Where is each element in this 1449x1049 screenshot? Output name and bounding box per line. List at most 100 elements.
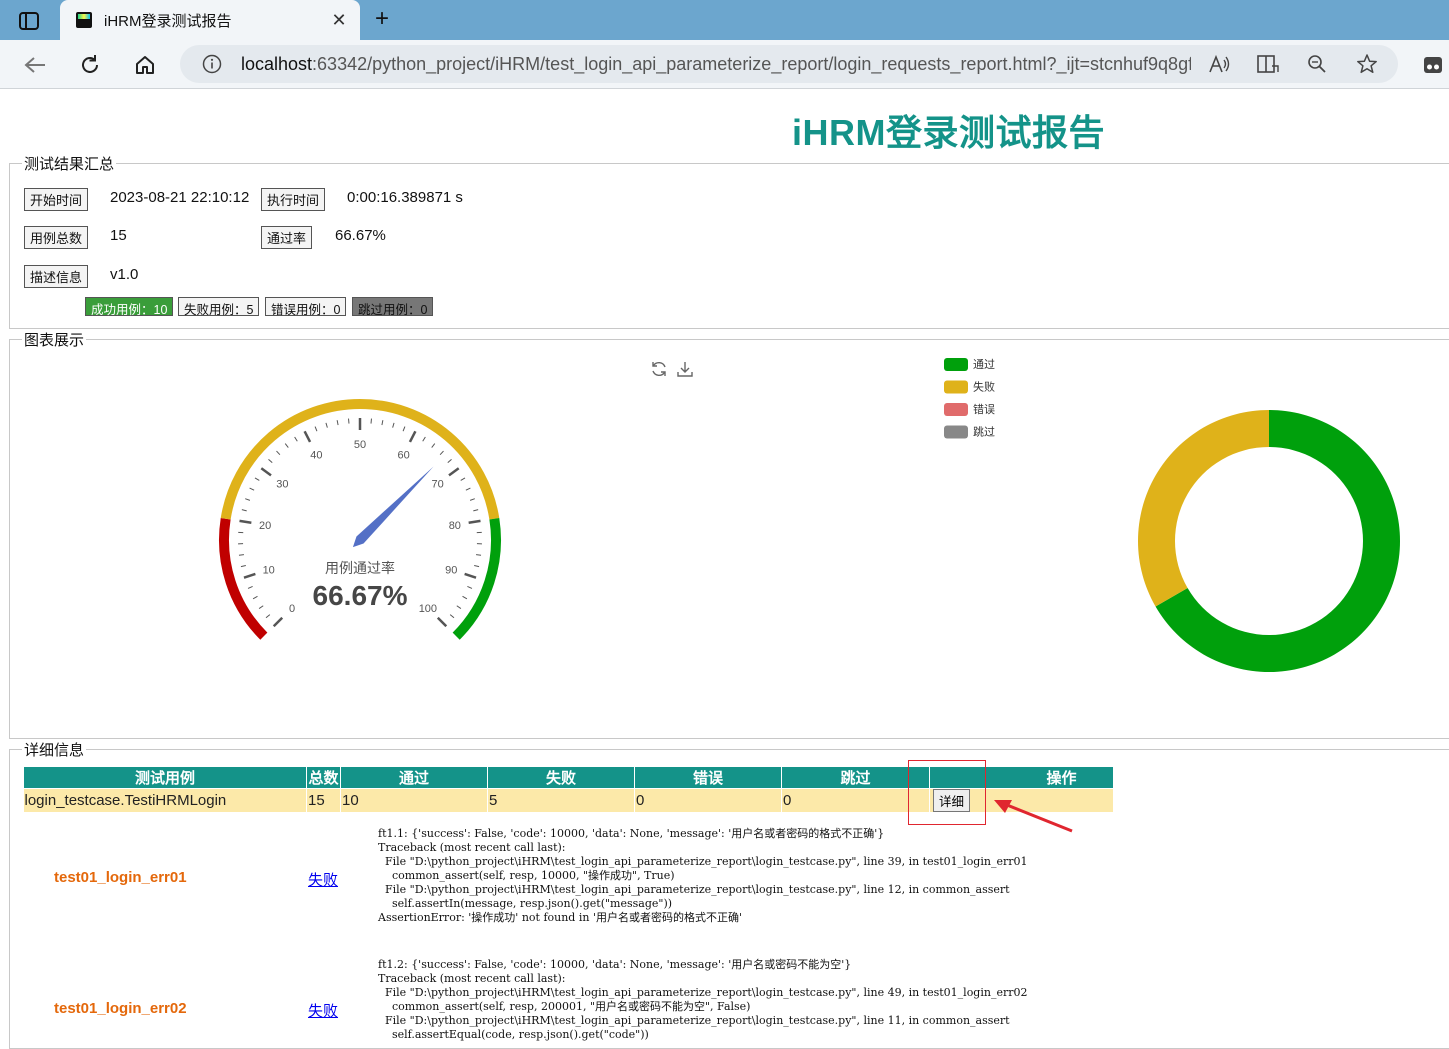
gauge-tick-64 <box>432 444 435 448</box>
read-aloud-icon[interactable] <box>1204 49 1234 79</box>
cell-testcase: login_testcase.TestiHRMLogin <box>24 789 307 813</box>
gauge-tick-60 <box>410 431 415 442</box>
legend-swatch-3 <box>944 426 968 439</box>
gauge-chart: 0102030405060708090100用例通过率66.67% <box>180 380 540 680</box>
gauge-tick-2 <box>266 615 270 618</box>
gauge-tick-70 <box>449 468 459 475</box>
case-name-err02: test01_login_err02 <box>54 1000 187 1017</box>
donut-chart: 通过失败错误跳过 <box>930 350 1449 690</box>
gauge-tick-label-80: 80 <box>449 520 461 532</box>
download-icon[interactable] <box>676 360 694 383</box>
gauge-tick-label-40: 40 <box>310 449 322 461</box>
total-value: 15 <box>110 227 127 244</box>
gauge-tick-label-70: 70 <box>432 479 444 491</box>
legend-swatch-0 <box>944 358 968 371</box>
gauge-tick-32 <box>268 459 272 462</box>
tab-title: iHRM登录测试报告 <box>104 10 324 31</box>
new-tab-icon[interactable]: + <box>368 4 396 34</box>
gauge-tick-76 <box>470 499 475 501</box>
gauge-tick-34 <box>276 451 279 455</box>
gauge-needle <box>353 466 434 547</box>
gauge-value: 66.67% <box>313 580 408 611</box>
close-tab-icon[interactable]: ✕ <box>324 10 354 31</box>
extension-icon[interactable] <box>1419 50 1447 80</box>
legend-label-3: 跳过 <box>973 425 995 439</box>
restore-icon[interactable] <box>650 360 668 383</box>
gauge-tick-30 <box>261 468 271 475</box>
header-fail: 失败 <box>488 767 635 789</box>
gauge-tick-62 <box>423 437 426 441</box>
gauge-tick-10 <box>244 574 255 578</box>
favorite-icon[interactable] <box>1352 49 1382 79</box>
gauge-tick-42 <box>315 427 317 432</box>
start-time-label: 开始时间 <box>24 188 88 211</box>
gauge-tick-78 <box>473 510 478 511</box>
gauge-tick-56 <box>393 423 394 428</box>
charts-legend: 图表展示 <box>22 329 86 350</box>
url-text[interactable]: localhost:63342/python_project/iHRM/test… <box>241 54 1191 75</box>
legend-swatch-1 <box>944 381 968 394</box>
gauge-title: 用例通过率 <box>325 560 395 576</box>
tab-actions-icon[interactable] <box>12 8 46 34</box>
header-pass: 通过 <box>341 767 488 789</box>
pycharm-icon <box>76 12 92 28</box>
error-count-badge: 错误用例：0 <box>265 297 346 316</box>
description-label: 描述信息 <box>24 265 88 288</box>
gauge-tick-28 <box>255 478 259 481</box>
header-total: 总数 <box>307 767 341 789</box>
zoom-icon[interactable] <box>1302 49 1332 79</box>
gauge-tick-6 <box>253 596 257 598</box>
donut-slice-1 <box>1138 410 1269 607</box>
case-status-link-err01[interactable]: 失败 <box>308 869 338 890</box>
gauge-tick-label-100: 100 <box>419 603 437 615</box>
gauge-tick-68 <box>448 459 452 462</box>
back-icon[interactable] <box>20 50 50 80</box>
case-log-err01: ft1.1: {'success': False, 'code': 10000,… <box>378 827 1027 925</box>
gauge-tick-66 <box>440 451 443 455</box>
case-log-err02: ft1.2: {'success': False, 'code': 10000,… <box>378 958 1027 1042</box>
gauge-tick-94 <box>463 596 467 598</box>
refresh-icon[interactable] <box>75 50 105 80</box>
gauge-tick-22 <box>242 510 247 511</box>
gauge-tick-100 <box>438 618 446 626</box>
gauge-tick-label-0: 0 <box>289 603 295 615</box>
browser-tab-bar: iHRM登录测试报告 ✕ + <box>0 0 1449 40</box>
address-bar[interactable]: localhost:63342/python_project/iHRM/test… <box>180 45 1398 83</box>
pass-rate-value: 66.67% <box>335 227 386 244</box>
gauge-tick-0 <box>274 618 282 626</box>
gauge-tick-80 <box>469 521 481 523</box>
gauge-tick-72 <box>461 478 465 481</box>
gauge-tick-88 <box>474 566 479 567</box>
skip-count-badge: 跳过用例：0 <box>352 297 433 316</box>
gauge-tick-label-50: 50 <box>354 439 366 451</box>
gauge-tick-label-10: 10 <box>263 565 275 577</box>
description-value: v1.0 <box>110 266 138 283</box>
case-name-err01: test01_login_err01 <box>54 869 187 886</box>
header-testcase: 测试用例 <box>24 767 307 789</box>
gauge-tick-label-30: 30 <box>276 479 288 491</box>
gauge-tick-24 <box>245 499 250 501</box>
gauge-tick-8 <box>248 586 253 588</box>
gauge-tick-36 <box>285 444 288 448</box>
legend-label-1: 失败 <box>973 380 995 394</box>
url-host: localhost <box>241 54 312 74</box>
gauge-tick-26 <box>250 488 255 490</box>
gauge-tick-4 <box>259 606 263 609</box>
cell-pass: 10 <box>341 789 488 813</box>
case-status-link-err02[interactable]: 失败 <box>308 1000 338 1021</box>
immersive-reader-icon[interactable] <box>1253 49 1283 79</box>
highlight-box <box>908 760 986 825</box>
cell-total: 15 <box>307 789 341 813</box>
page-title: iHRM登录测试报告 <box>792 104 1105 156</box>
gauge-tick-44 <box>326 423 327 428</box>
pass-rate-label: 通过率 <box>261 226 312 249</box>
success-count-badge: 成功用例：10 <box>85 297 173 316</box>
browser-tab-active[interactable]: iHRM登录测试报告 ✕ <box>60 0 360 40</box>
gauge-tick-86 <box>476 555 481 556</box>
info-icon[interactable] <box>202 54 222 79</box>
gauge-tick-90 <box>465 574 476 578</box>
duration-value: 0:00:16.389871 s <box>347 189 463 206</box>
home-icon[interactable] <box>130 50 160 80</box>
gauge-tick-12 <box>241 566 246 567</box>
start-time-value: 2023-08-21 22:10:12 <box>110 189 249 206</box>
